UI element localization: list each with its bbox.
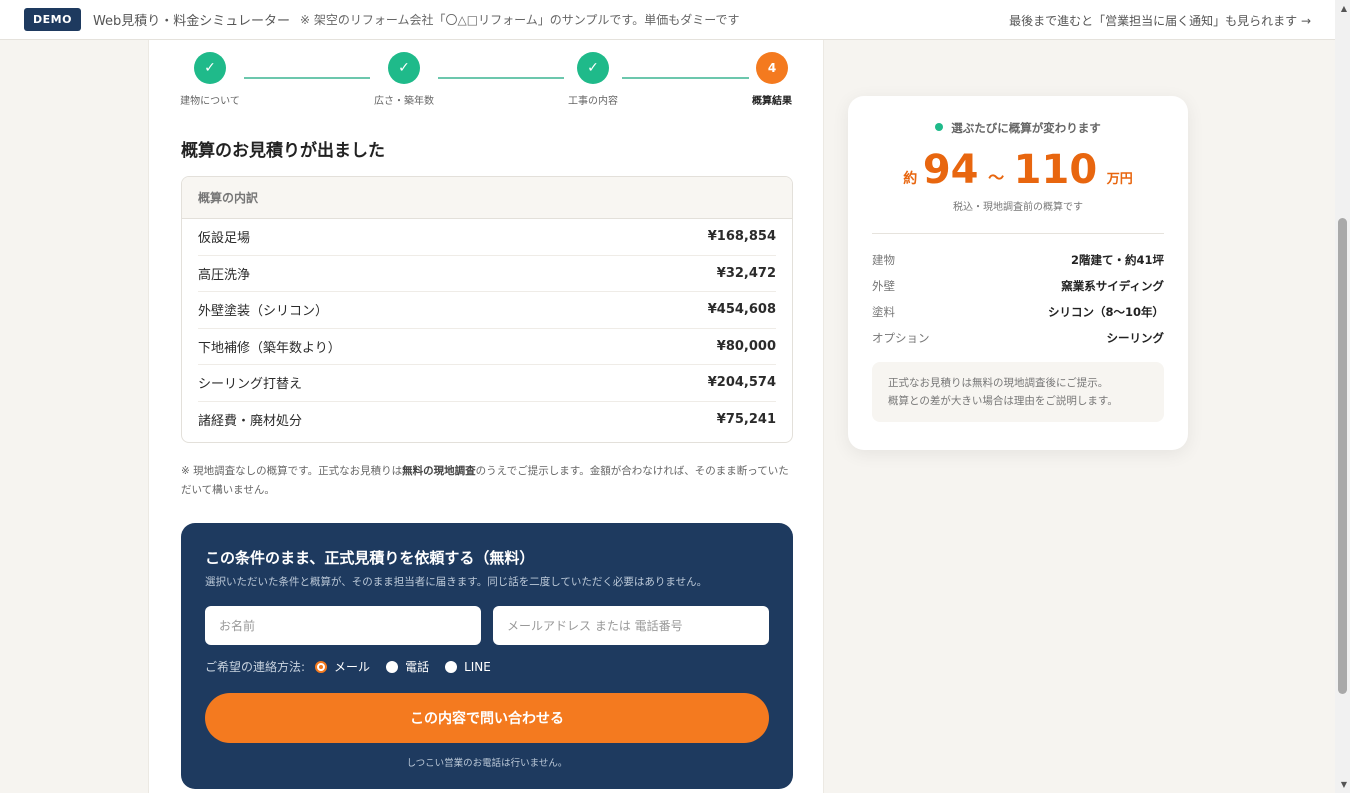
sample-notice: ※ 架空のリフォーム会社「〇△□リフォーム」のサンプルです。単価もダミーです	[300, 13, 740, 27]
contact-input[interactable]	[493, 606, 769, 645]
item-price: ¥32,472	[716, 265, 776, 281]
item-name: 外壁塗装（シリコン）	[198, 304, 329, 320]
no-sales-call-note: しつこい営業のお電話は行いません。	[406, 758, 568, 769]
item-price: ¥75,241	[716, 412, 776, 428]
inquiry-form: この条件のまま、正式見積りを依頼する（無料） 選択いただいた条件と概算が、そのま…	[181, 523, 793, 789]
estimate-panel: ✓ 建物について ✓ 広さ・築年数 ✓ 工事の内容 4 概算結果 概算のお見積り…	[148, 40, 824, 793]
contact-method-label: ご希望の連絡方法:	[205, 660, 306, 674]
scroll-down-arrow-icon[interactable]: ▼	[1341, 780, 1347, 789]
check-icon: ✓	[388, 52, 420, 84]
inquiry-subtitle: 選択いただいた条件と概算が、そのまま担当者に届きます。同じ話を二度していただく必…	[205, 576, 708, 588]
result-title: 概算のお見積りが出ました	[181, 141, 385, 161]
radio-phone[interactable]: 電話	[386, 658, 429, 675]
step-indicator: ✓ 建物について ✓ 広さ・築年数 ✓ 工事の内容 4 概算結果	[180, 52, 793, 108]
contact-method-group: ご希望の連絡方法: メール 電話 LINE	[205, 658, 769, 675]
demo-badge: DEMO	[24, 8, 81, 31]
summary-card: 選ぶたびに概算が変わります 約 94 〜 110 万円 税込・現地調査前の概算で…	[848, 96, 1188, 450]
radio-unchecked-icon[interactable]	[386, 660, 399, 673]
breakdown-row: 下地補修（築年数より） ¥80,000	[198, 329, 776, 365]
live-update-label: 選ぶたびに概算が変わります	[872, 120, 1164, 136]
item-price: ¥80,000	[716, 338, 776, 354]
step-label: 工事の内容	[568, 96, 618, 107]
breakdown-row: 高圧洗浄 ¥32,472	[198, 256, 776, 292]
item-name: 諸経費・廃材処分	[198, 414, 303, 430]
price-max: 110	[1013, 147, 1098, 193]
estimated-price: 約 94 〜 110 万円	[872, 150, 1164, 190]
step-connector	[438, 77, 564, 79]
app-title: Web見積り・料金シミュレーター	[92, 14, 291, 29]
breakdown-row: 外壁塗装（シリコン） ¥454,608	[198, 292, 776, 329]
scroll-up-arrow-icon[interactable]: ▲	[1341, 4, 1347, 13]
item-price: ¥204,574	[707, 375, 776, 391]
item-name: 高圧洗浄	[198, 267, 251, 283]
live-dot-icon	[935, 123, 944, 131]
step-3[interactable]: ✓ 工事の内容	[548, 52, 638, 107]
notification-preview-link[interactable]: 最後まで進むと「営業担当に届く通知」も見られます →	[1009, 12, 1311, 29]
spec-row: 塗料 シリコン（8〜10年）	[872, 305, 1164, 319]
item-name: シーリング打替え	[198, 377, 303, 393]
step-label: 広さ・築年数	[374, 96, 434, 107]
divider	[872, 233, 1164, 234]
step-label: 建物について	[180, 96, 240, 107]
step-2[interactable]: ✓ 広さ・築年数	[359, 52, 449, 107]
item-name: 仮設足場	[198, 231, 251, 247]
scrollbar-thumb[interactable]	[1338, 218, 1347, 694]
item-price: ¥454,608	[707, 302, 776, 318]
step-4: 4 概算結果	[727, 52, 817, 107]
breakdown-row: 諸経費・廃材処分 ¥75,241	[198, 402, 776, 439]
name-input[interactable]	[205, 606, 481, 645]
spec-row: 外壁 窯業系サイディング	[872, 279, 1164, 293]
check-icon: ✓	[194, 52, 226, 84]
spec-row: 建物 2階建て・約41坪	[872, 253, 1164, 267]
price-prefix: 約	[903, 171, 918, 187]
check-icon: ✓	[577, 52, 609, 84]
price-unit: 万円	[1106, 172, 1133, 187]
spec-row: オプション シーリング	[872, 331, 1164, 345]
step-number: 4	[756, 52, 788, 84]
price-min: 94	[922, 147, 979, 193]
step-label: 概算結果	[752, 96, 792, 107]
breakdown-row: 仮設足場 ¥168,854	[198, 219, 776, 256]
top-bar: DEMO Web見積り・料金シミュレーター ※ 架空のリフォーム会社「〇△□リフ…	[0, 0, 1335, 40]
survey-info-box: 正式なお見積りは無料の現地調査後にご提示。 概算との差が大きい場合は理由をご説明…	[872, 362, 1164, 422]
radio-email[interactable]: メール	[315, 658, 370, 675]
free-survey-emphasis: 無料の現地調査	[402, 465, 476, 477]
item-name: 下地補修（築年数より）	[198, 340, 341, 356]
step-1[interactable]: ✓ 建物について	[165, 52, 255, 107]
submit-inquiry-button[interactable]: この内容で問い合わせる	[205, 693, 769, 743]
estimate-disclaimer: ※ 現地調査なしの概算です。正式なお見積りは無料の現地調査のうえでご提示します。…	[181, 465, 789, 496]
scrollbar[interactable]: ▲ ▼	[1335, 0, 1350, 793]
item-price: ¥168,854	[707, 229, 776, 245]
price-tilde: 〜	[988, 168, 1005, 187]
inquiry-title: この条件のまま、正式見積りを依頼する（無料）	[205, 549, 535, 567]
radio-unchecked-icon[interactable]	[445, 660, 458, 673]
breakdown-row: シーリング打替え ¥204,574	[198, 365, 776, 402]
step-connector	[244, 77, 370, 79]
breakdown-list: 仮設足場 ¥168,854 高圧洗浄 ¥32,472 外壁塗装（シリコン） ¥454,…	[182, 219, 792, 442]
radio-checked-icon[interactable]	[315, 660, 328, 673]
radio-line[interactable]: LINE	[445, 660, 491, 674]
breakdown-card: 概算の内訳 仮設足場 ¥168,854 高圧洗浄 ¥32,472 外壁塗装（シリコン…	[181, 176, 793, 443]
breakdown-header: 概算の内訳	[182, 177, 792, 219]
price-note: 税込・現地調査前の概算です	[953, 202, 1083, 213]
